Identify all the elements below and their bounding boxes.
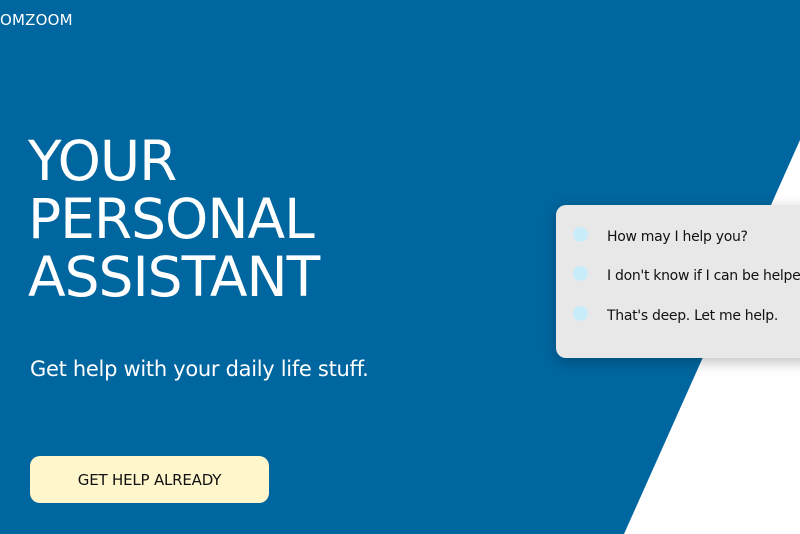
hero-subtitle: Get help with your daily life stuff.: [30, 357, 369, 381]
get-help-button[interactable]: GET HELP ALREADY: [30, 456, 269, 503]
chat-preview-card: How may I help you? I don't know if I ca…: [556, 205, 800, 358]
chat-message: How may I help you?: [556, 225, 800, 249]
chat-avatar-dot-icon: [573, 227, 588, 242]
hero-title-line-3: ASSISTANT: [28, 245, 320, 309]
hero-title-line-2: PERSONAL: [28, 187, 315, 251]
chat-avatar-dot-icon: [573, 306, 588, 321]
chat-message: I don't know if I can be helped: [556, 264, 800, 288]
chat-message-text: That's deep. Let me help.: [607, 308, 779, 324]
chat-message: That's deep. Let me help.: [556, 304, 800, 328]
hero-title-line-1: YOUR: [28, 129, 177, 193]
chat-message-text: How may I help you?: [607, 229, 748, 245]
chat-message-text: I don't know if I can be helped: [607, 268, 800, 284]
brand-logo[interactable]: OMZOOM: [0, 11, 73, 29]
chat-avatar-dot-icon: [573, 266, 588, 281]
hero-title: YOUR PERSONAL ASSISTANT: [28, 129, 320, 309]
